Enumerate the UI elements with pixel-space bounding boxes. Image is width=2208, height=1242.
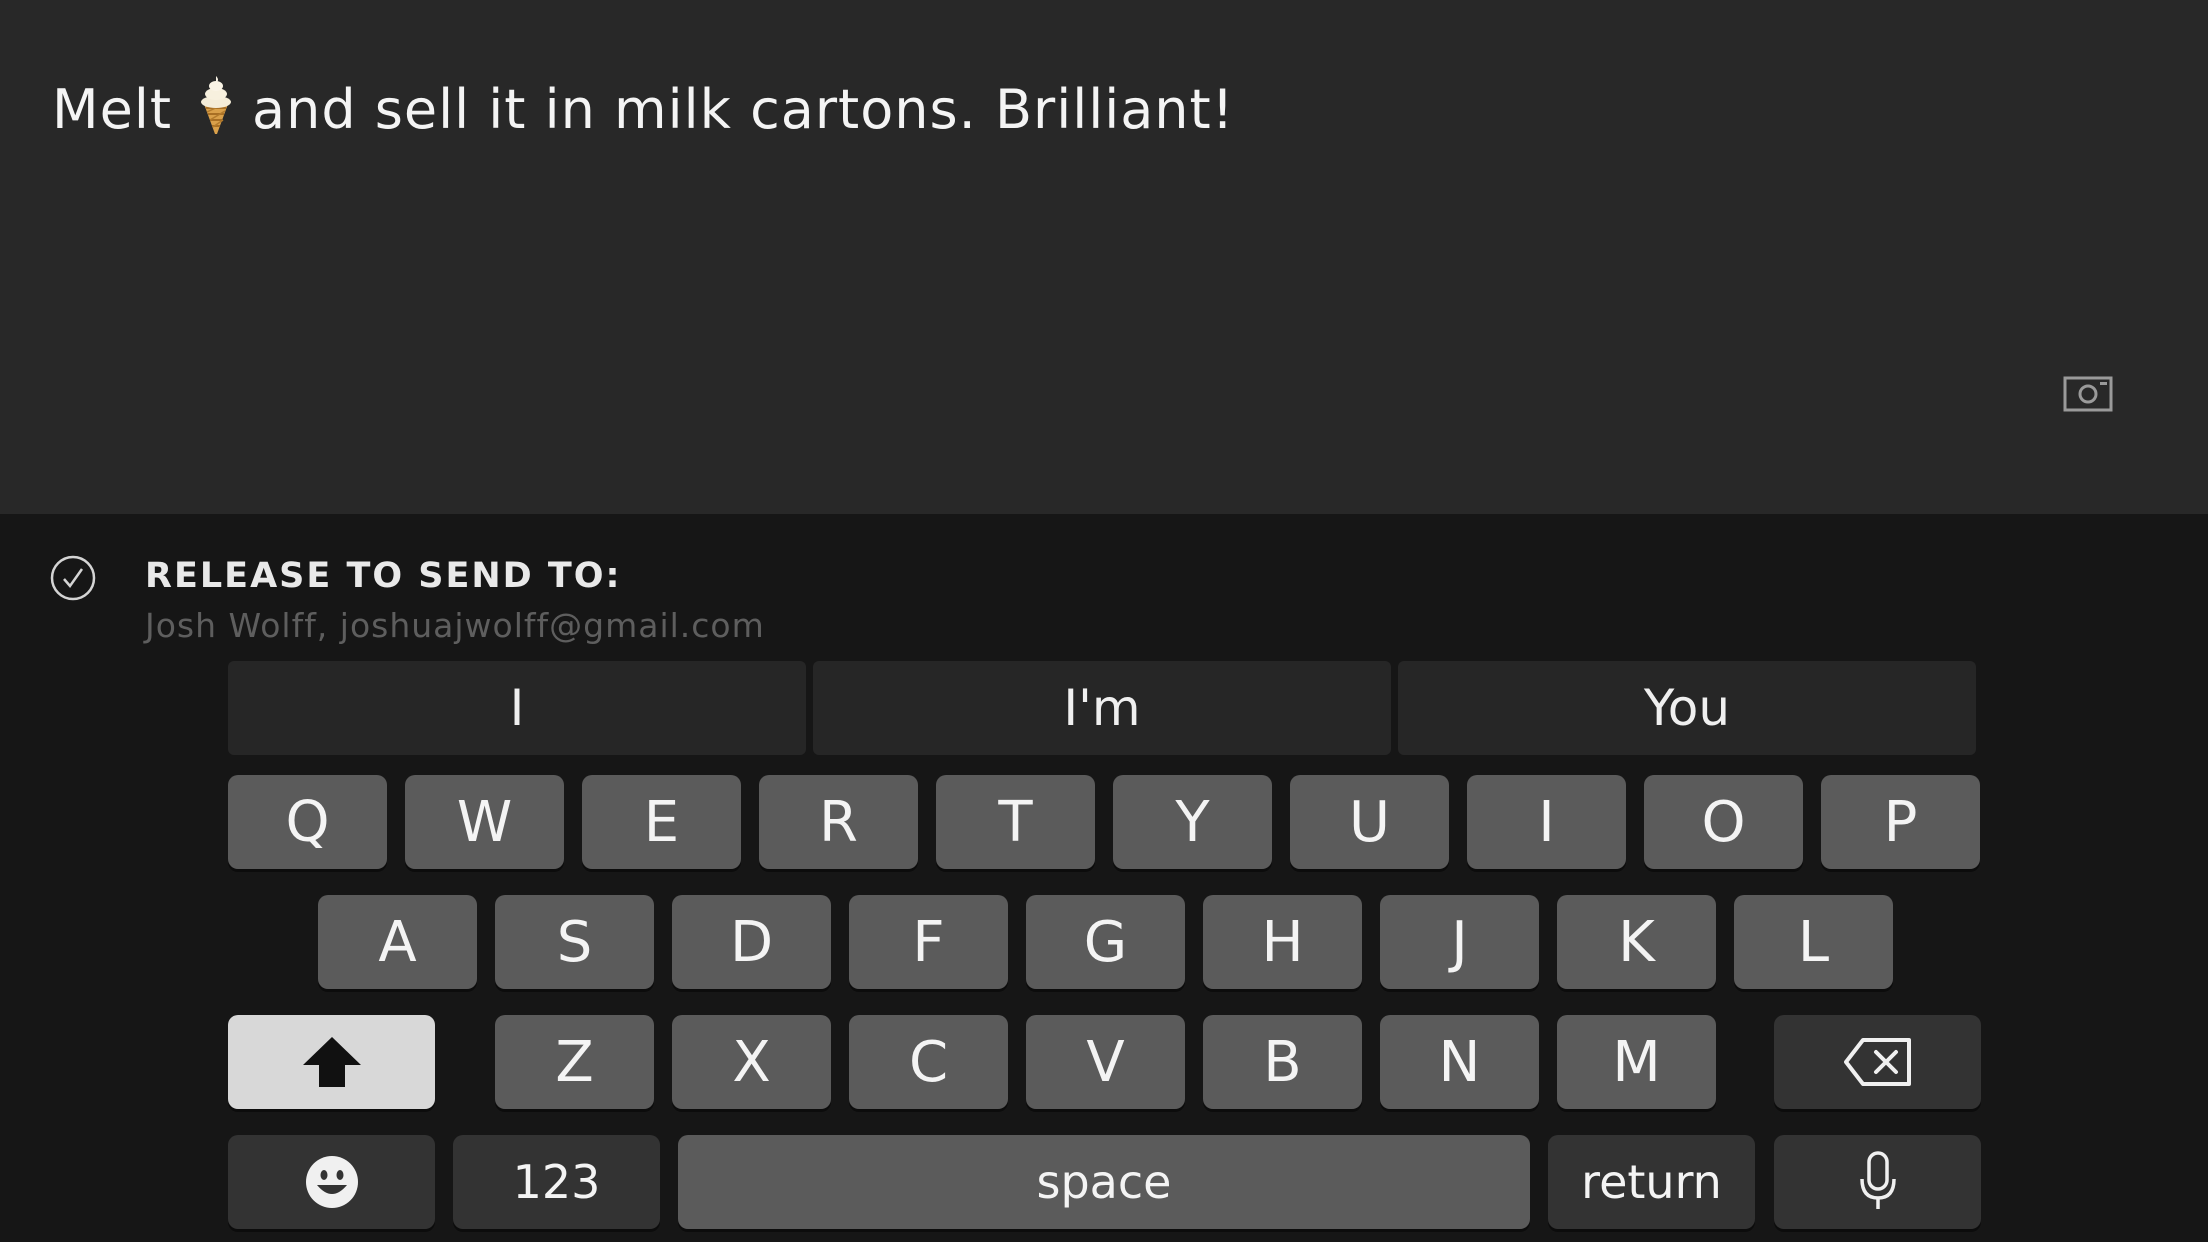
compose-area[interactable]: Melt and sell it in milk cartons. Brilli… (0, 0, 2208, 514)
message-prefix: Melt (52, 78, 172, 141)
key-e[interactable]: E (582, 775, 741, 869)
key-m[interactable]: M (1557, 1015, 1716, 1109)
suggestion-1[interactable]: I (228, 661, 806, 755)
key-r[interactable]: R (759, 775, 918, 869)
send-recipient: Josh Wolff, joshuajwolff@gmail.com (145, 606, 765, 645)
key-w[interactable]: W (405, 775, 564, 869)
key-t[interactable]: T (936, 775, 1095, 869)
backspace-icon (1843, 1038, 1911, 1086)
emoji-smiley-icon (305, 1156, 358, 1208)
key-n[interactable]: N (1380, 1015, 1539, 1109)
key-p[interactable]: P (1821, 775, 1980, 869)
shift-arrow-icon (302, 1037, 361, 1087)
key-i[interactable]: I (1467, 775, 1626, 869)
delete-key[interactable] (1774, 1015, 1981, 1109)
key-z[interactable]: Z (495, 1015, 654, 1109)
key-c[interactable]: C (849, 1015, 1008, 1109)
return-key[interactable]: return (1548, 1135, 1755, 1229)
shift-key[interactable] (228, 1015, 435, 1109)
key-g[interactable]: G (1026, 895, 1185, 989)
checkmark-circle-icon (50, 555, 96, 601)
ice-cream-emoji (194, 74, 238, 149)
key-l[interactable]: L (1734, 895, 1893, 989)
space-key[interactable]: space (678, 1135, 1530, 1229)
suggestion-2[interactable]: I'm (813, 661, 1391, 755)
key-k[interactable]: K (1557, 895, 1716, 989)
key-u[interactable]: U (1290, 775, 1449, 869)
key-j[interactable]: J (1380, 895, 1539, 989)
camera-icon[interactable] (2063, 376, 2113, 412)
microphone-icon (1859, 1151, 1896, 1209)
dictation-key[interactable] (1774, 1135, 1981, 1229)
suggestion-3[interactable]: You (1398, 661, 1976, 755)
message-suffix: and sell it in milk cartons. Brilliant! (252, 78, 1235, 141)
key-b[interactable]: B (1203, 1015, 1362, 1109)
send-title: RELEASE TO SEND TO: (145, 556, 622, 596)
key-y[interactable]: Y (1113, 775, 1272, 869)
key-a[interactable]: A (318, 895, 477, 989)
emoji-key[interactable] (228, 1135, 435, 1229)
numbers-key[interactable]: 123 (453, 1135, 660, 1229)
key-s[interactable]: S (495, 895, 654, 989)
key-d[interactable]: D (672, 895, 831, 989)
key-h[interactable]: H (1203, 895, 1362, 989)
key-x[interactable]: X (672, 1015, 831, 1109)
message-text[interactable]: Melt and sell it in milk cartons. Brilli… (52, 74, 1234, 149)
key-f[interactable]: F (849, 895, 1008, 989)
key-v[interactable]: V (1026, 1015, 1185, 1109)
key-q[interactable]: Q (228, 775, 387, 869)
key-o[interactable]: O (1644, 775, 1803, 869)
